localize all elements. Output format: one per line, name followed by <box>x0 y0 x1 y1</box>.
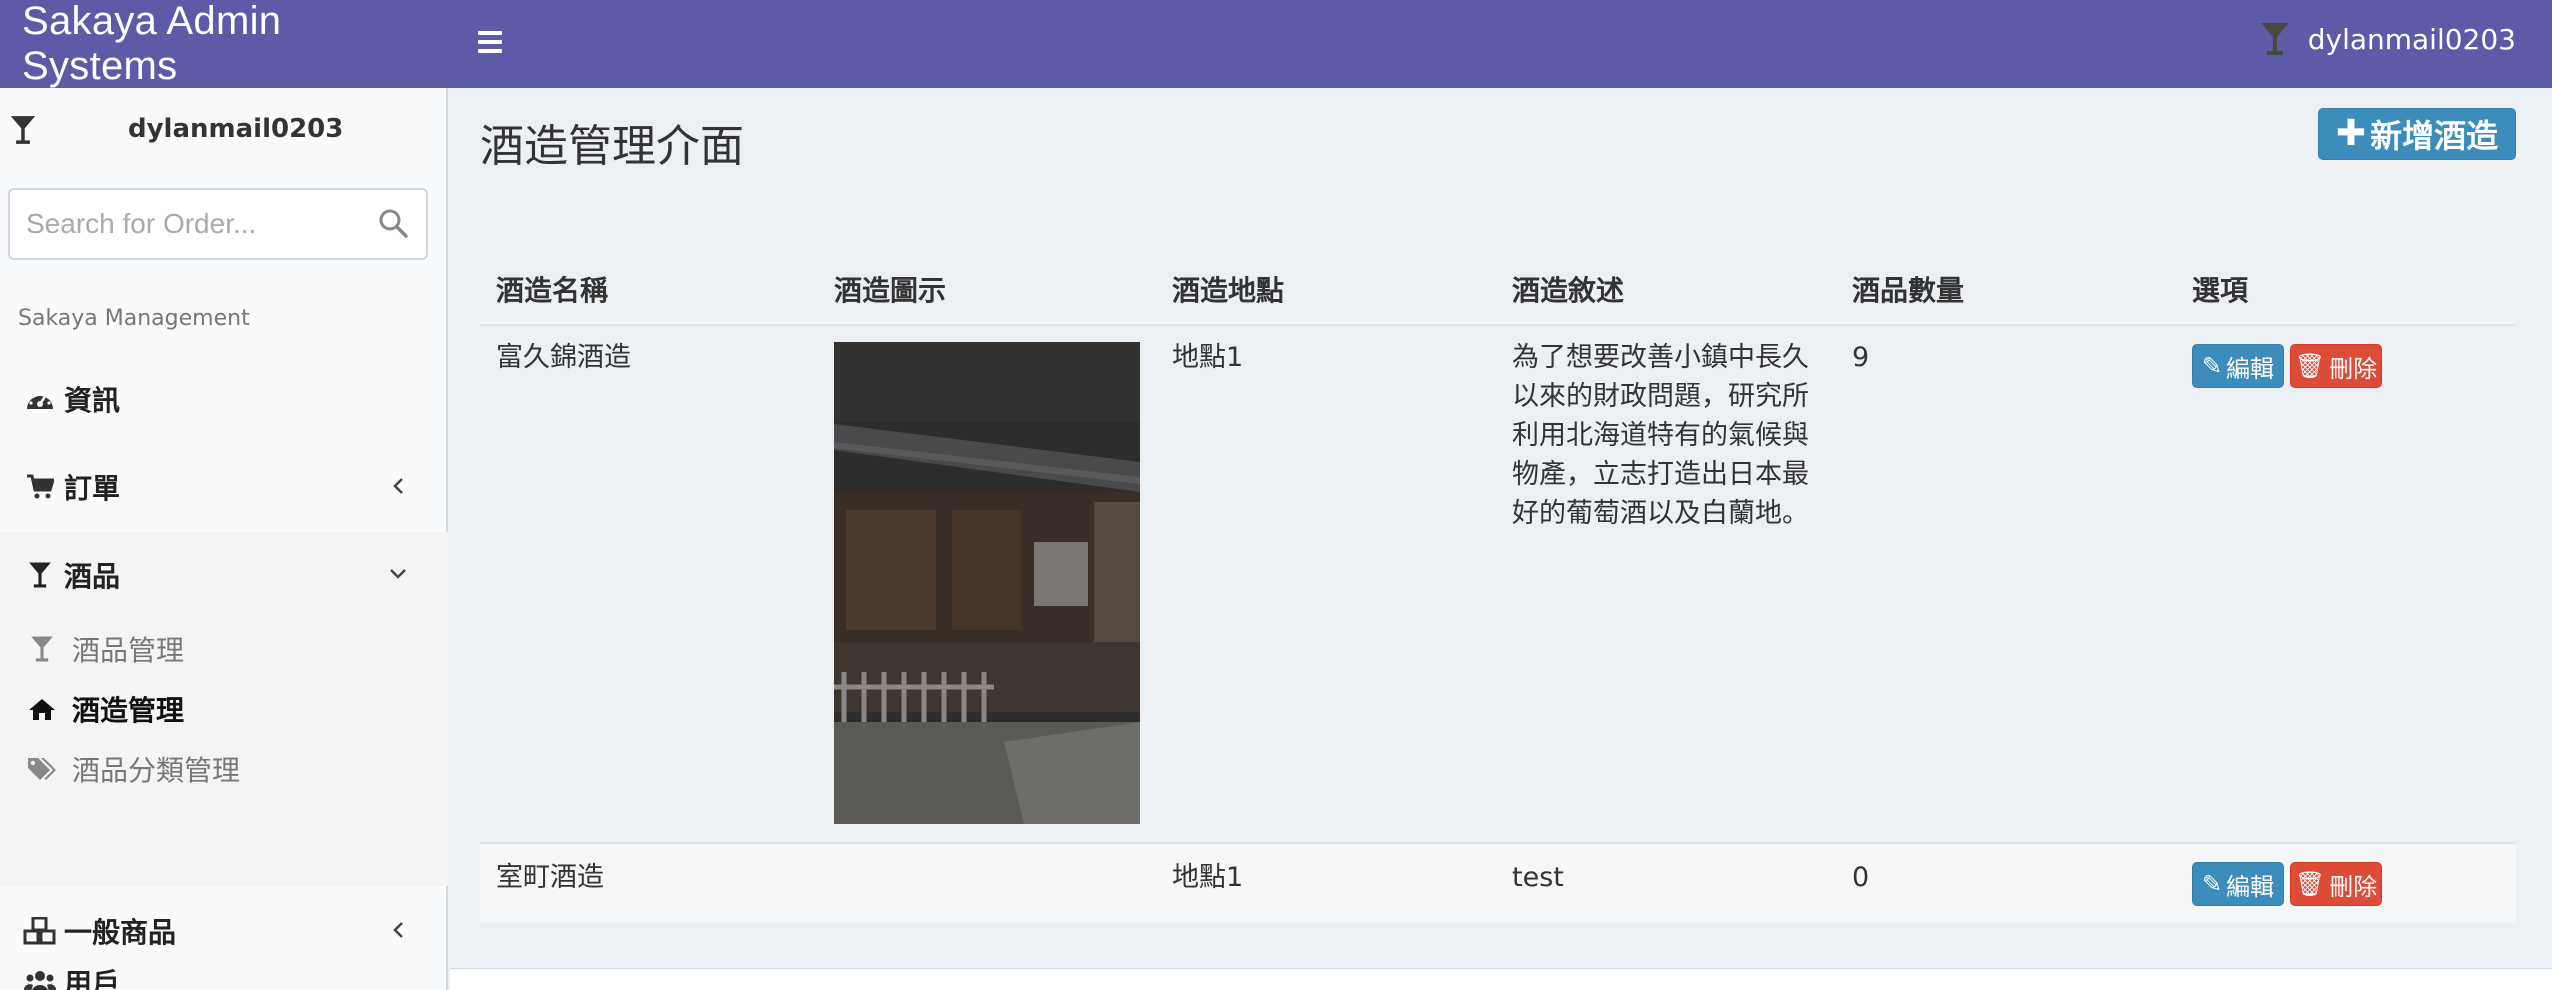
sidebar-item-label: 酒品 <box>64 560 121 593</box>
brewery-location: 地點1 <box>1172 862 1244 893</box>
search-icon[interactable] <box>378 208 410 240</box>
table-header: 酒造名稱 酒造圖示 酒造地點 酒造敘述 酒品數量 選項 <box>480 256 2516 324</box>
column-header: 酒造圖示 <box>834 274 947 307</box>
column-header: 酒造地點 <box>1172 274 1285 307</box>
brewery-description: 為了想要改善小鎮中長久以來的財政問題，研究所利用北海道特有的氣候與物產，立志打造… <box>1512 342 1809 529</box>
chevron-down-icon <box>386 562 410 586</box>
brewery-name: 室町酒造 <box>496 862 604 893</box>
table-row: 室町酒造 地點1 test 0 ✎ 編輯 🗑 刪除 <box>480 842 2516 922</box>
add-brewery-label: 新增酒造 <box>2370 117 2499 155</box>
top-navbar: Sakaya Admin Systems dylanmail0203 <box>0 0 2552 88</box>
content-footer-edge <box>450 968 2552 990</box>
cart-icon <box>22 474 58 500</box>
chevron-left-icon <box>386 474 410 498</box>
cubes-icon <box>22 917 58 945</box>
sidebar-item-label: 用戶 <box>64 967 121 990</box>
sidebar-item-label: 資訊 <box>64 384 121 417</box>
column-header: 酒造敘述 <box>1512 274 1625 307</box>
plus-icon: ✚ <box>2335 113 2367 154</box>
delete-button[interactable]: 🗑 刪除 <box>2290 862 2382 906</box>
edit-button[interactable]: ✎ 編輯 <box>2192 344 2284 388</box>
sidebar-item-users[interactable]: 用戶 <box>0 967 448 990</box>
tags-icon <box>24 756 60 782</box>
glass-icon <box>2260 21 2290 57</box>
sidebar-subitem-brewery-management[interactable]: 酒造管理 <box>0 680 448 738</box>
sidebar-toggle-icon[interactable] <box>470 22 510 62</box>
brand-logo[interactable]: Sakaya Admin Systems <box>0 0 448 88</box>
trash-icon: 🗑 <box>2294 352 2326 380</box>
delete-label: 刪除 <box>2329 354 2378 383</box>
sidebar-item-label: 一般商品 <box>64 916 177 949</box>
edit-button[interactable]: ✎ 編輯 <box>2192 862 2284 906</box>
delete-label: 刪除 <box>2329 872 2378 901</box>
delete-button[interactable]: 🗑 刪除 <box>2290 344 2382 388</box>
pencil-icon: ✎ <box>2201 352 2223 380</box>
brewery-image <box>834 342 1140 824</box>
brewery-name: 富久錦酒造 <box>496 342 631 373</box>
column-header: 酒品數量 <box>1852 274 1965 307</box>
sidebar-username: dylanmail0203 <box>128 114 344 144</box>
header-username: dylanmail0203 <box>2307 22 2516 56</box>
sidebar-section-header: Sakaya Management <box>18 306 250 331</box>
sidebar-subitem-label: 酒品分類管理 <box>72 754 241 787</box>
brewery-description: test <box>1512 862 1564 893</box>
add-brewery-button[interactable]: ✚ 新增酒造 <box>2318 108 2516 160</box>
chevron-left-icon <box>386 918 410 942</box>
table-row: 富久錦酒造 地點1 為了想要改善小鎮中長久以來的財政問題，研究所利用北海道特有的… <box>480 324 2516 842</box>
sake-count: 0 <box>1852 862 1870 893</box>
search-input[interactable] <box>10 190 350 258</box>
sidebar-user-panel: dylanmail0203 <box>0 88 448 174</box>
edit-label: 編輯 <box>2226 872 2275 901</box>
sidebar-item-info[interactable]: 資訊 <box>0 356 448 442</box>
sake-count: 9 <box>1852 342 1870 373</box>
column-header: 選項 <box>2192 274 2249 307</box>
page-title: 酒造管理介面 <box>480 121 744 172</box>
sidebar-subitem-label: 酒造管理 <box>72 694 185 727</box>
sidebar-item-orders[interactable]: 訂單 <box>0 444 448 530</box>
user-menu[interactable]: dylanmail0203 <box>2260 0 2516 78</box>
brewery-location: 地點1 <box>1172 342 1244 373</box>
glass-icon <box>10 114 36 146</box>
edit-label: 編輯 <box>2226 354 2275 383</box>
sidebar-subitem-label: 酒品管理 <box>72 634 185 667</box>
column-header: 酒造名稱 <box>496 274 609 307</box>
dashboard-icon <box>22 387 58 411</box>
trash-icon: 🗑 <box>2294 870 2326 898</box>
sidebar-item-label: 訂單 <box>64 472 121 505</box>
glass-icon <box>22 561 58 589</box>
pencil-icon: ✎ <box>2201 870 2223 898</box>
main-content: 酒造管理介面 ✚ 新增酒造 酒造名稱 酒造圖示 酒造地點 酒造敘述 酒品數量 選… <box>450 88 2552 990</box>
home-icon <box>24 697 60 721</box>
sidebar: dylanmail0203 Sakaya Management 資訊 訂單 酒品 <box>0 88 448 990</box>
users-icon <box>22 969 58 990</box>
glass-icon <box>24 635 60 663</box>
sidebar-subitem-category-management[interactable]: 酒品分類管理 <box>0 740 448 798</box>
sidebar-search <box>8 188 428 260</box>
sidebar-subitem-sake-management[interactable]: 酒品管理 <box>0 620 448 678</box>
sidebar-item-sake[interactable]: 酒品 <box>0 532 448 618</box>
